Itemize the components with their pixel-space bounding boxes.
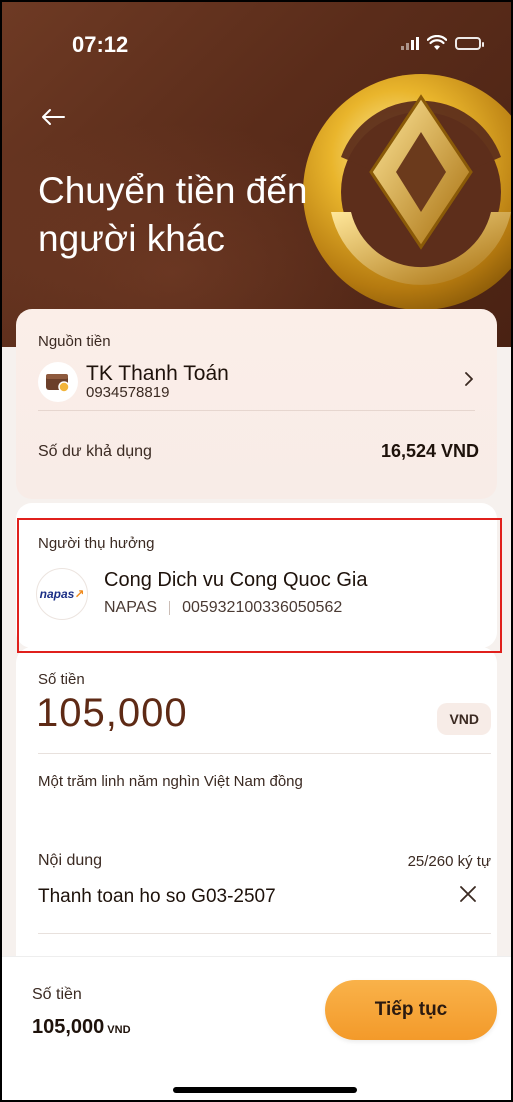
beneficiary-account: 005932100336050562 (182, 599, 343, 616)
amount-label: Số tiền (38, 671, 85, 688)
phone-screen: 07:12 Chuyển tiền đến người khác Nguồn t… (0, 0, 513, 1102)
continue-button[interactable]: Tiếp tục (325, 980, 497, 1040)
account-number: 0934578819 (86, 384, 170, 401)
divider (38, 753, 491, 754)
clear-icon[interactable] (457, 883, 479, 905)
source-card: Nguồn tiền TK Thanh Toán 0934578819 Số d… (16, 309, 497, 499)
page-title: Chuyển tiền đến người khác (38, 170, 308, 259)
balance-label: Số dư khả dụng (38, 443, 152, 460)
source-label: Nguồn tiền (38, 333, 111, 350)
amount-in-words: Một trăm linh năm nghìn Việt Nam đồng (38, 773, 303, 790)
note-counter: 25/260 ký tự (407, 853, 491, 870)
napas-logo-text: napas (39, 587, 75, 601)
divider (38, 410, 475, 411)
battery-icon (455, 36, 484, 50)
note-input[interactable]: Thanh toan ho so G03-2507 (38, 886, 276, 908)
beneficiary-name: Cong Dich vu Cong Quoc Gia (104, 569, 368, 591)
status-icons (401, 35, 484, 51)
status-time: 07:12 (72, 32, 129, 57)
back-arrow-icon[interactable] (38, 102, 68, 132)
home-indicator[interactable] (173, 1087, 357, 1093)
bottom-bar: Số tiền 105,000 VND Tiếp tục (2, 957, 511, 1100)
signal-icon (401, 36, 419, 50)
footer-amount-value: 105,000 (32, 1016, 105, 1038)
currency-badge: VND (437, 703, 491, 735)
balance-value: 16,524 VND (380, 441, 479, 461)
beneficiary-label: Người thụ hưởng (38, 535, 155, 552)
beneficiary-meta: NAPAS 005932100336050562 (104, 599, 342, 617)
chevron-right-icon[interactable] (459, 369, 479, 389)
separator (169, 601, 171, 615)
amount-input[interactable]: 105,000 (36, 691, 188, 736)
wallet-icon (38, 362, 78, 402)
beneficiary-bank: NAPAS (104, 599, 158, 616)
wifi-icon (427, 35, 447, 50)
beneficiary-card[interactable]: Người thụ hưởng napas↗ Cong Dich vu Cong… (16, 503, 497, 648)
footer-amount: 105,000 VND (32, 1016, 131, 1039)
napas-logo: napas↗ (36, 568, 88, 620)
footer-amount-currency: VND (107, 1024, 131, 1036)
note-label: Nội dung (38, 852, 103, 869)
divider (38, 933, 491, 934)
account-name[interactable]: TK Thanh Toán (86, 362, 229, 386)
footer-amount-label: Số tiền (32, 986, 82, 1003)
hero-header: 07:12 Chuyển tiền đến người khác (2, 2, 511, 347)
